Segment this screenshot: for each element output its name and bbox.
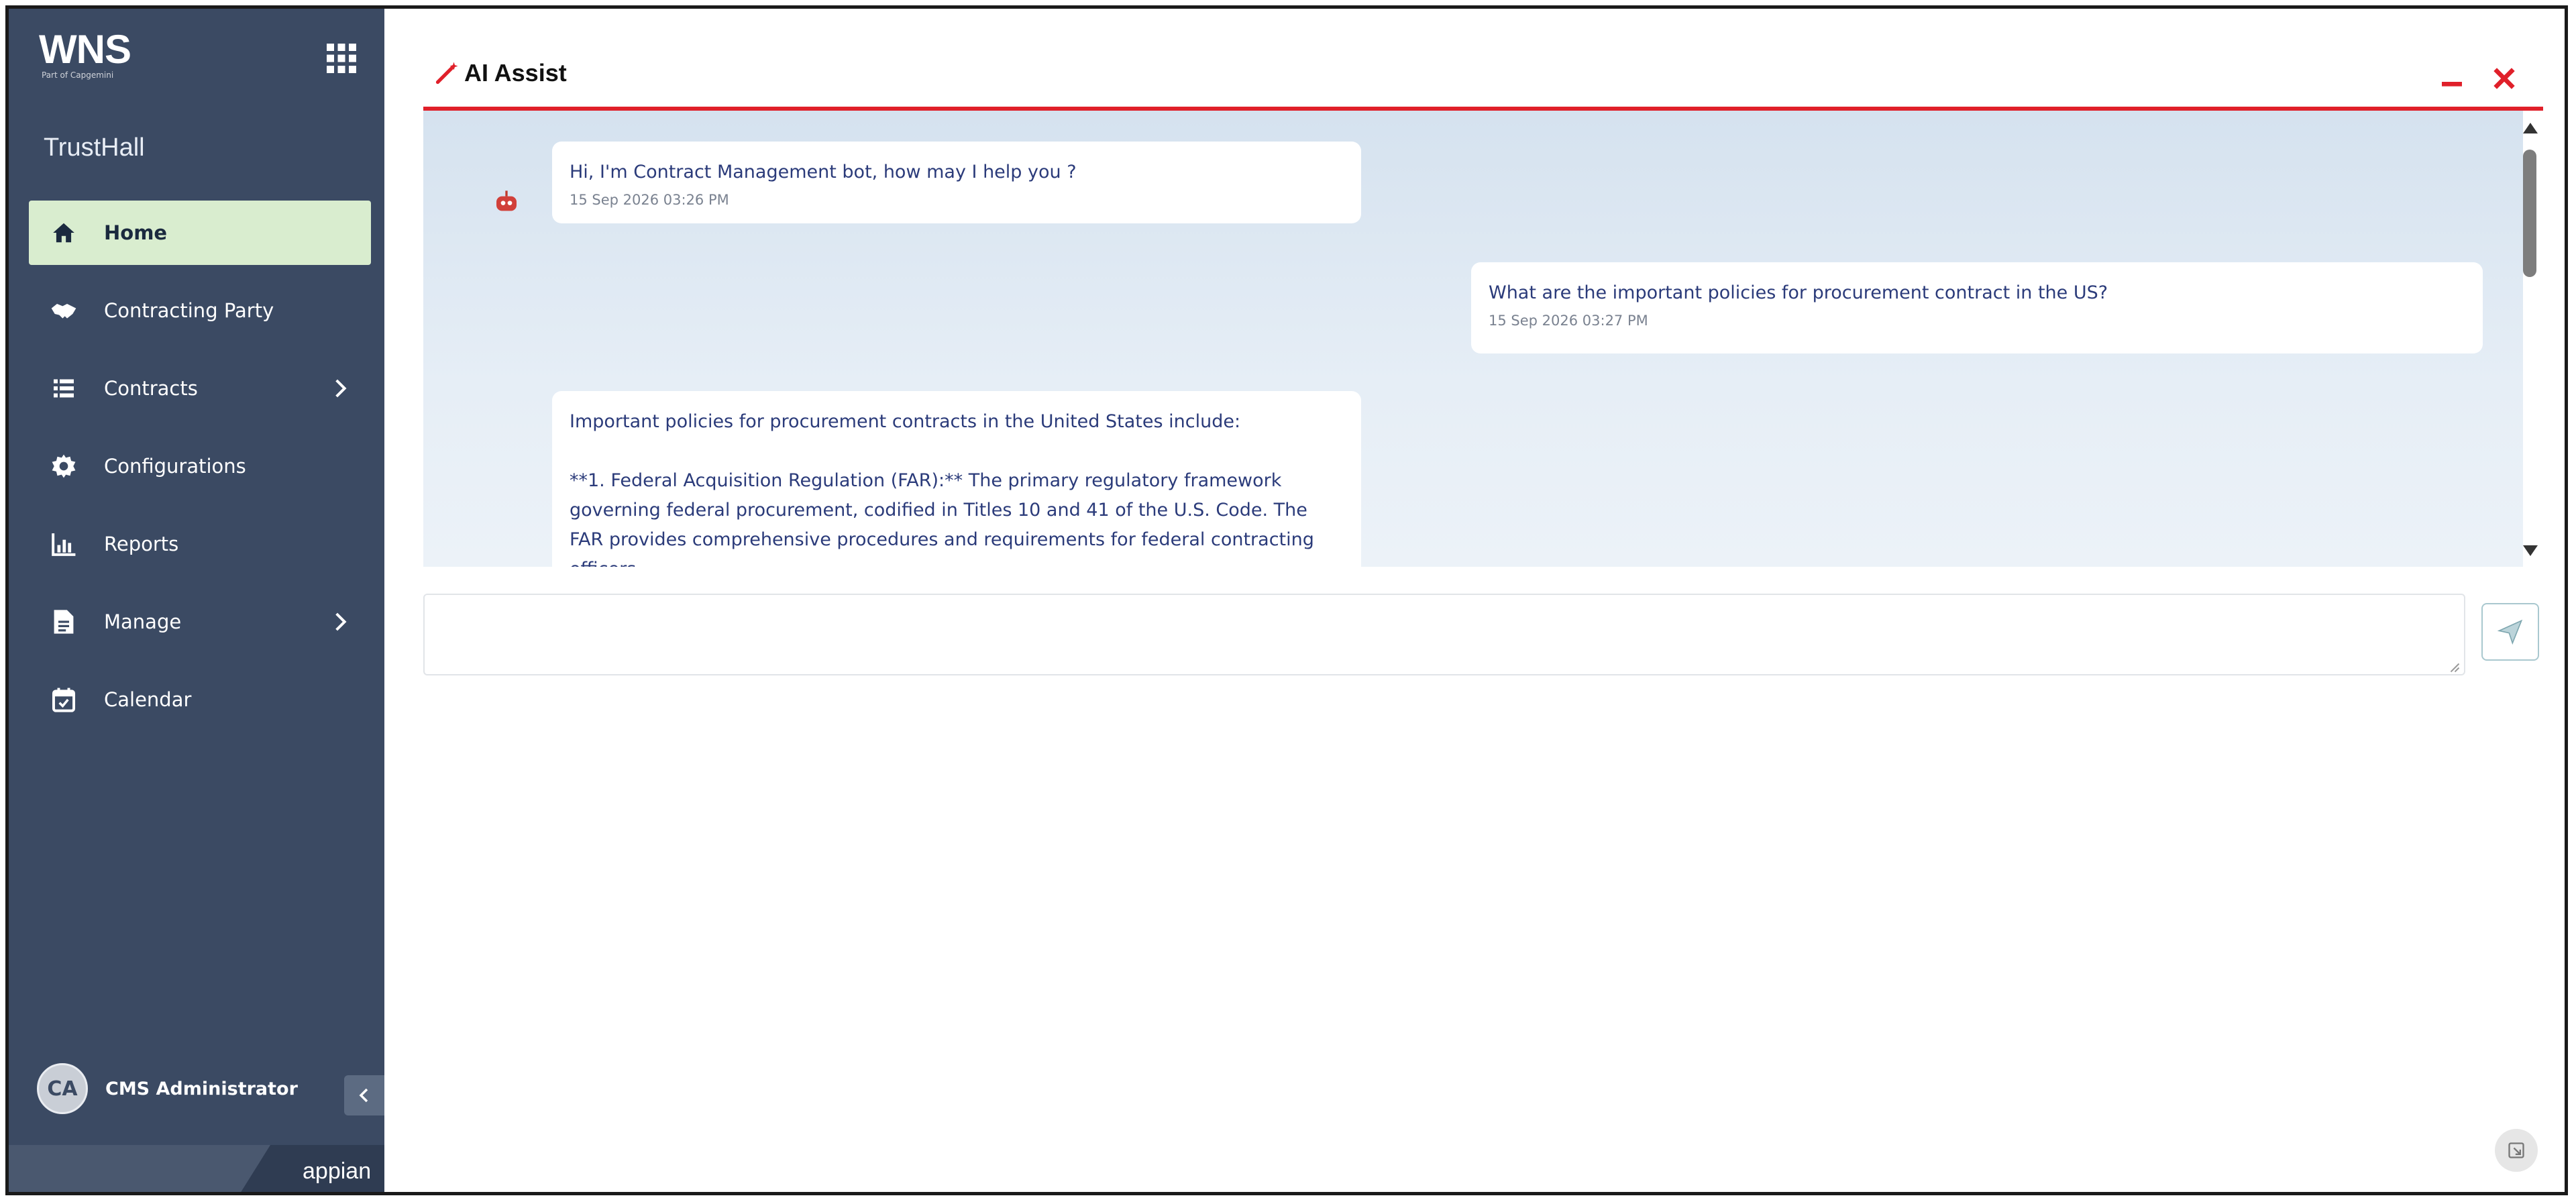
chat-header: AI Assist — [435, 59, 567, 87]
sidebar-item-label: Contracting Party — [104, 299, 274, 322]
message-timestamp: 15 Sep 2026 03:26 PM — [570, 192, 729, 208]
user-profile[interactable]: CA CMS Administrator — [37, 1063, 298, 1114]
chat-messages[interactable]: Hi, I'm Contract Management bot, how may… — [423, 111, 2523, 567]
bot-message: Important policies for procurement contr… — [552, 391, 1361, 567]
apps-grid-icon[interactable] — [325, 42, 358, 74]
calendar-icon — [49, 685, 78, 714]
expand-icon — [2508, 1142, 2524, 1158]
sidebar-item-label: Reports — [104, 533, 179, 555]
list-icon — [49, 374, 78, 403]
chat-scrollbar[interactable] — [2518, 123, 2542, 565]
message-text: Hi, I'm Contract Management bot, how may… — [570, 162, 1077, 182]
wns-logo[interactable]: WNS Part of Capgemini — [39, 29, 131, 80]
message-text: Important policies for procurement contr… — [570, 411, 1241, 432]
sidebar-item-label: Home — [104, 221, 168, 244]
chart-icon — [49, 529, 78, 559]
chat-title: AI Assist — [464, 59, 567, 87]
magic-wand-icon — [435, 62, 458, 85]
gear-icon — [49, 451, 78, 481]
scroll-up-arrow-icon[interactable] — [2523, 123, 2538, 133]
brand-name: TrustHall — [44, 133, 145, 162]
avatar: CA — [37, 1063, 88, 1114]
resize-grip-icon[interactable] — [2448, 661, 2460, 673]
bot-message: Hi, I'm Contract Management bot, how may… — [552, 142, 1361, 223]
collapse-sidebar-button[interactable] — [344, 1075, 384, 1115]
scroll-thumb[interactable] — [2523, 150, 2536, 277]
sidebar-item-configurations[interactable]: Configurations — [29, 434, 371, 498]
message-text: **1. Federal Acquisition Regulation (FAR… — [570, 470, 1314, 567]
sidebar-item-label: Contracts — [104, 377, 198, 400]
user-name: CMS Administrator — [105, 1078, 298, 1099]
sidebar-item-manage[interactable]: Manage — [29, 590, 371, 654]
message-timestamp: 15 Sep 2026 03:27 PM — [1489, 313, 1648, 329]
expand-panel-button[interactable] — [2495, 1129, 2538, 1172]
sidebar-item-label: Configurations — [104, 455, 246, 478]
scroll-down-arrow-icon[interactable] — [2523, 545, 2538, 556]
sidebar-item-calendar[interactable]: Calendar — [29, 667, 371, 732]
handshake-icon — [49, 296, 78, 325]
close-icon[interactable] — [2491, 65, 2518, 92]
bot-icon — [496, 190, 517, 211]
chevron-left-icon — [359, 1088, 368, 1103]
chevron-right-icon — [335, 612, 347, 631]
chevron-right-icon — [335, 379, 347, 398]
sidebar-nav: Home Contracting Party Contracts Configu… — [29, 201, 371, 745]
footer-divider — [237, 1145, 270, 1192]
sidebar-item-label: Manage — [104, 610, 182, 633]
user-message: What are the important policies for proc… — [1471, 262, 2483, 353]
home-icon — [49, 218, 78, 248]
minimize-icon[interactable] — [2438, 65, 2465, 92]
send-button[interactable] — [2481, 603, 2539, 661]
message-input[interactable] — [423, 594, 2465, 675]
message-text: What are the important policies for proc… — [1489, 282, 2108, 303]
appian-logo: appian — [303, 1158, 372, 1184]
sidebar-item-home[interactable]: Home — [29, 201, 371, 265]
app-window: WNS Part of Capgemini TrustHall Home Con… — [5, 5, 2568, 1195]
sidebar-item-reports[interactable]: Reports — [29, 512, 371, 576]
sidebar-item-contracting-party[interactable]: Contracting Party — [29, 278, 371, 343]
send-icon — [2497, 619, 2523, 645]
document-icon — [49, 607, 78, 637]
sidebar: WNS Part of Capgemini TrustHall Home Con… — [9, 9, 384, 1192]
sidebar-item-label: Calendar — [104, 688, 192, 711]
sidebar-item-contracts[interactable]: Contracts — [29, 356, 371, 421]
